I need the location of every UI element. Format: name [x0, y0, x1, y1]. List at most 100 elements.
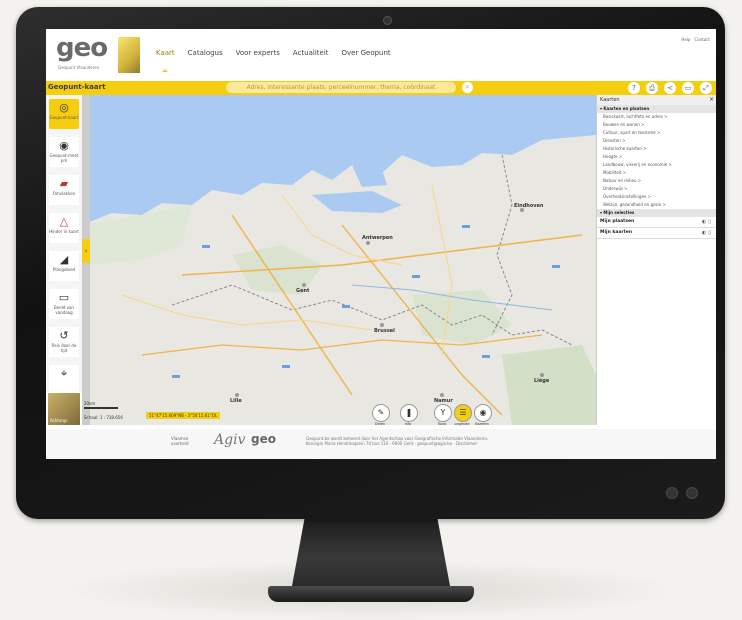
list-item[interactable]: Onderwijs > — [597, 185, 716, 193]
list-item[interactable]: Overheidsinstellingen > — [597, 193, 716, 201]
list-item[interactable]: Basiskaart, luchtfoto en adres > — [597, 113, 716, 121]
main-nav: Kaart Catalogus Voor experts Actualiteit… — [156, 49, 391, 57]
toolbar-tools: ? ⎙ ≺ ▭ ⤢ — [628, 82, 712, 94]
help-link[interactable]: Help — [681, 37, 690, 42]
tool-plangebied[interactable]: ◢ Plangebied — [49, 251, 79, 281]
search-icon[interactable]: ⌕ — [462, 82, 473, 93]
kaarten-panel: Kaarten × ▾ Kaarten en plaatsen Basiskaa… — [596, 95, 716, 425]
footer-logo-agiv[interactable]: Agiv — [214, 432, 245, 448]
footer-logo-vlaamse-overheid[interactable]: Vlaamse overheid — [171, 436, 201, 446]
active-nav-indicator — [162, 69, 168, 72]
layers-icon[interactable]: ◉ — [474, 404, 492, 422]
section-kaarten-en-plaatsen[interactable]: ▾ Kaarten en plaatsen — [597, 105, 716, 113]
screen: geo Geopunt Vlaanderen Kaart Catalogus V… — [46, 29, 716, 429]
map-toolbar: Geopunt-kaart Adres, interessante plaats… — [46, 81, 716, 95]
image-icon: ▭ — [58, 291, 70, 304]
tools-icon[interactable]: Y — [434, 404, 452, 422]
list-item[interactable]: Welzijn, gezondheid en gezin > — [597, 201, 716, 209]
toolbar-title: Geopunt-kaart — [48, 83, 106, 91]
nav-kaart[interactable]: Kaart — [156, 49, 175, 57]
tool-pin[interactable]: ⌖ — [49, 365, 79, 395]
info-label: Info — [404, 422, 412, 426]
row-actions: ◐ ▯ — [702, 228, 711, 238]
nav-over-geopunt[interactable]: Over Geopunt — [342, 49, 391, 57]
scale-text: Schaal: 1 : 738.656 — [84, 415, 123, 420]
legend-icon[interactable]: ☰ — [454, 404, 472, 422]
print-icon[interactable]: ⎙ — [646, 82, 658, 94]
tool-tijd[interactable]: ↺ Reis door de tijd — [49, 327, 79, 357]
help-icon[interactable]: ? — [628, 82, 640, 94]
monitor-stand-base — [268, 586, 474, 602]
mijn-plaatsen-row[interactable]: Mijn plaatsen ◐ ▯ — [597, 217, 716, 228]
tool-geopunt-kaart[interactable]: ◎ Geopunt-kaart — [49, 99, 79, 129]
footer-logo-geo[interactable]: geo — [251, 432, 276, 446]
fullscreen-icon[interactable]: ⤢ — [700, 82, 712, 94]
tool-label: Geopunt-kaart — [49, 115, 79, 120]
tool-meet[interactable]: ◉ Geopunt-meet pm — [49, 137, 79, 167]
flag-graphic — [118, 37, 140, 73]
visibility-icon[interactable]: ◐ — [702, 219, 706, 225]
nav-voor-experts[interactable]: Voor experts — [236, 49, 280, 57]
nav-actualiteit[interactable]: Actualiteit — [293, 49, 329, 57]
share-icon[interactable]: ≺ — [664, 82, 676, 94]
tool-label: Geopunt-meet pm — [49, 153, 79, 163]
camera-icon — [383, 16, 392, 25]
search-input[interactable]: Adres, interessante plaats, perceelnumme… — [226, 82, 456, 93]
close-icon[interactable]: × — [709, 95, 714, 105]
wrench-icon[interactable]: ✎ — [372, 404, 390, 422]
visibility-icon[interactable]: ◐ — [702, 230, 706, 236]
list-item[interactable]: Historische kaarten > — [597, 145, 716, 153]
info-icon[interactable]: ❚ — [400, 404, 418, 422]
tool-label: Plangebied — [52, 267, 76, 272]
tool-label: Omvlakken — [52, 191, 76, 196]
tool-omvlakken[interactable]: ▰ Omvlakken — [49, 175, 79, 205]
pin-icon: ⌖ — [60, 367, 68, 380]
list-item[interactable]: Bouwen en wonen > — [597, 121, 716, 129]
page-footer: Vlaamse overheid Agiv geo Geopunt.be wor… — [46, 429, 716, 459]
contact-link[interactable]: Contact — [694, 37, 710, 42]
nav-catalogus[interactable]: Catalogus — [188, 49, 223, 57]
section-label: Mijn selecties — [603, 210, 635, 215]
panel-header: Kaarten × — [597, 95, 716, 105]
logo-text: geo — [56, 33, 108, 63]
target-icon: ◎ — [59, 101, 69, 114]
map-graphic — [82, 95, 596, 425]
trash-icon[interactable]: ▯ — [708, 230, 711, 236]
scale-bar — [84, 407, 118, 409]
geopunt-logo[interactable]: geo Geopunt Vlaanderen — [56, 33, 140, 75]
list-item[interactable]: Natuur en milieu > — [597, 177, 716, 185]
list-item[interactable]: Diensten > — [597, 137, 716, 145]
map-view[interactable]: Antwerpen Brussel Gent Eindhoven Lille L… — [82, 95, 596, 425]
footer-text: Geopunt.be wordt beheerd door het Agents… — [306, 436, 489, 446]
tool-label: Reis door de tijd — [51, 343, 77, 353]
trash-icon[interactable]: ▯ — [708, 219, 711, 225]
list-item[interactable]: Mobiliteit > — [597, 169, 716, 177]
row-label: Mijn plaatsen — [600, 219, 635, 224]
section-label: Kaarten en plaatsen — [603, 106, 650, 111]
map-label-brussel: Brussel — [374, 328, 395, 334]
legend-label: Legende — [454, 422, 470, 426]
collapse-panel-icon[interactable]: ‹ — [82, 239, 90, 263]
list-item[interactable]: Cultuur, sport en toerisme > — [597, 129, 716, 137]
map-label-lille: Lille — [230, 398, 242, 404]
kaarten-label: Kaarten — [475, 422, 489, 426]
tool-hinder[interactable]: △ Hinder in kaart — [49, 213, 79, 243]
section-mijn-selecties[interactable]: ▾ Mijn selecties — [597, 209, 716, 217]
tool-label: Hinder in kaart — [49, 229, 79, 234]
power-button-icon[interactable] — [686, 487, 698, 499]
row-actions: ◐ ▯ — [702, 217, 711, 227]
map-label-liege: Liège — [534, 378, 550, 384]
minimap-thumbnail[interactable]: Achtergr. — [48, 393, 80, 425]
layers-icon: ◢ — [59, 253, 69, 266]
tool-label: Beeld van vandaag — [54, 305, 74, 315]
list-item[interactable]: Hoogte > — [597, 153, 716, 161]
map-label-eindhoven: Eindhoven — [514, 203, 544, 209]
panel-title: Kaarten — [600, 97, 620, 103]
bookmark-icon[interactable]: ▭ — [682, 82, 694, 94]
tool-beeld[interactable]: ▭ Beeld van vandaag — [49, 289, 79, 319]
map-action-buttons: ✎ Delen ❚ Info Y Tools ☰ Legende ◉ Kaart… — [372, 404, 592, 429]
mijn-kaarten-row[interactable]: Mijn kaarten ◐ ▯ — [597, 228, 716, 239]
scale-bar-label: 20km — [84, 401, 96, 406]
list-item[interactable]: Landbouw, visserij en economie > — [597, 161, 716, 169]
map-label-gent: Gent — [296, 288, 310, 294]
